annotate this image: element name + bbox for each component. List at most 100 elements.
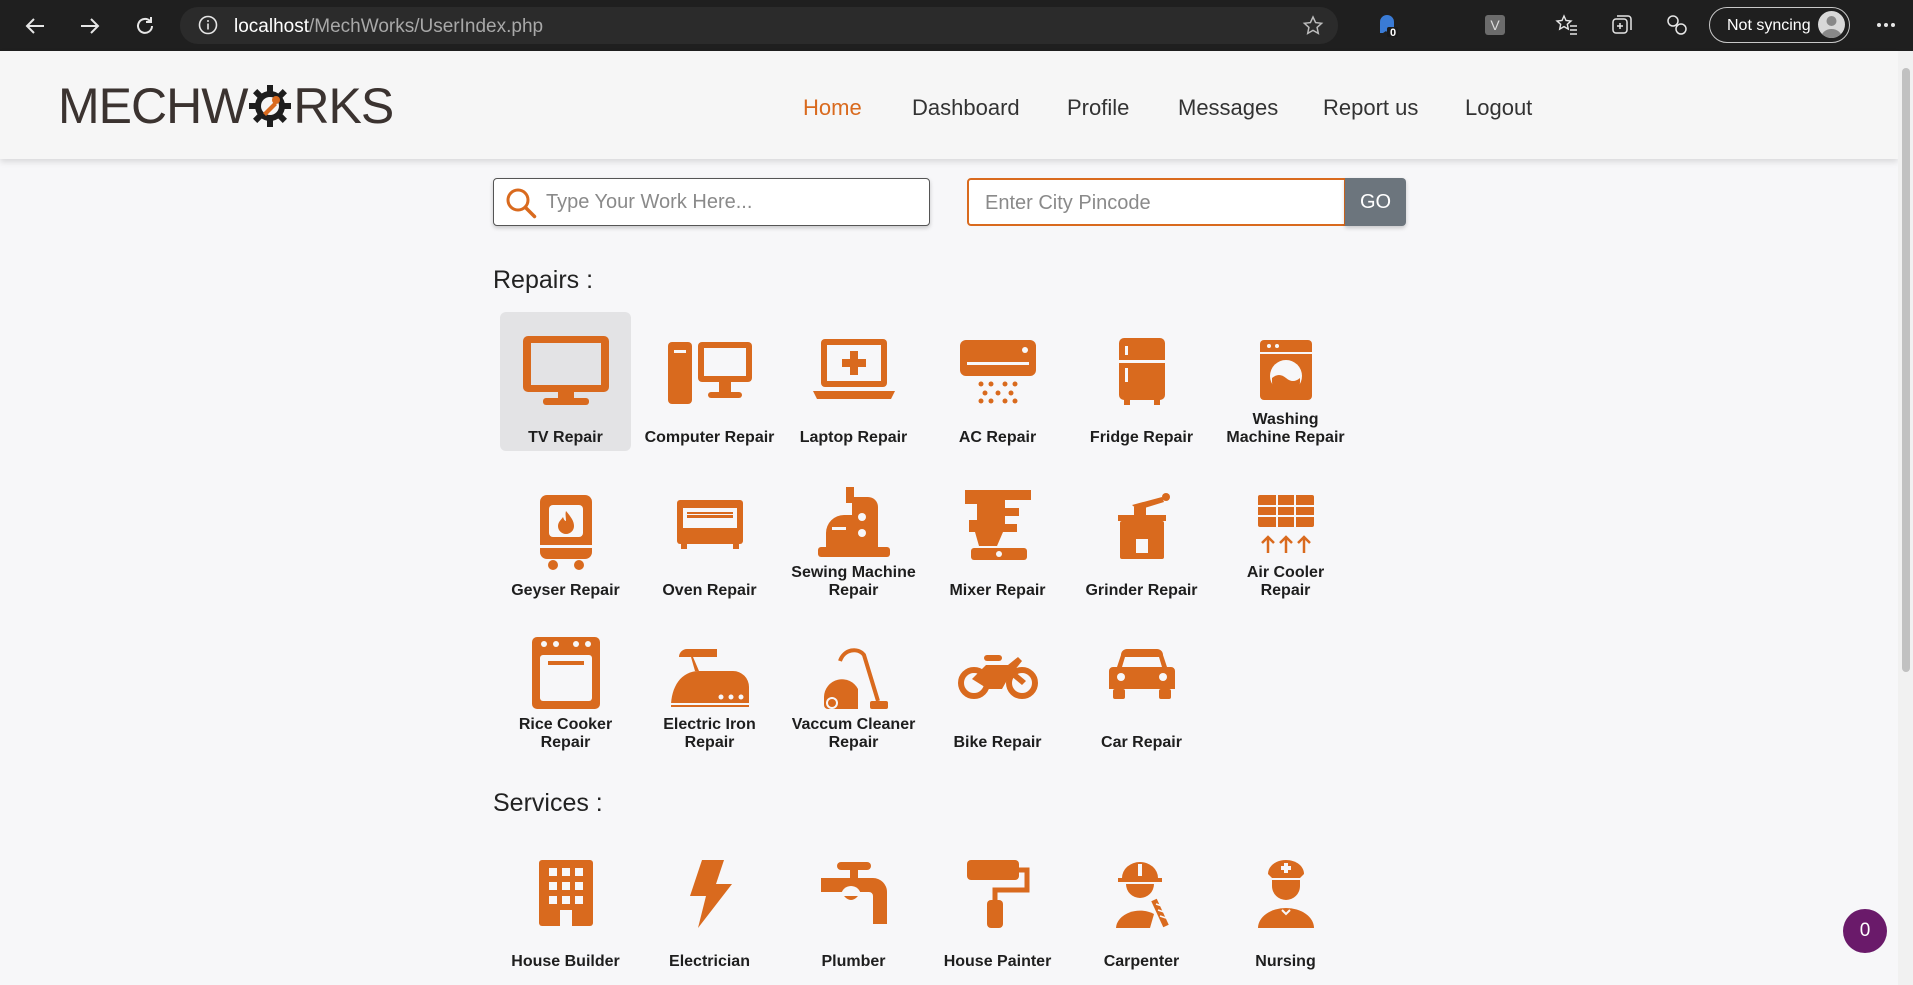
- repair-tile-laptop[interactable]: Laptop Repair: [788, 312, 919, 451]
- add-favorite-icon[interactable]: [1302, 15, 1324, 37]
- tile-label: House Painter: [943, 953, 1052, 970]
- repair-tile-car[interactable]: Car Repair: [1076, 617, 1207, 756]
- repair-tile-electric-iron[interactable]: Electric Iron Repair: [644, 617, 775, 756]
- oven-icon: [676, 500, 743, 549]
- extension-v-button[interactable]: V: [1480, 10, 1510, 40]
- bike-icon: [957, 655, 1038, 699]
- browser-essentials-button[interactable]: [1662, 10, 1692, 40]
- arrow-right-icon: [81, 18, 100, 34]
- tile-label: Nursing: [1255, 953, 1316, 970]
- work-search-input[interactable]: [544, 190, 918, 215]
- service-tile-nursing[interactable]: Nursing: [1220, 840, 1351, 975]
- tile-label: House Builder: [511, 953, 620, 970]
- fridge-icon: [1118, 338, 1165, 405]
- repair-tile-geyser[interactable]: Geyser Repair: [500, 465, 631, 604]
- repair-tile-rice-cooker[interactable]: Rice Cooker Repair: [500, 617, 631, 756]
- tile-label: Computer Repair: [644, 429, 775, 446]
- repair-tile-oven[interactable]: Oven Repair: [644, 465, 775, 604]
- gear-wrench-icon: [249, 85, 292, 127]
- service-tile-carpenter[interactable]: Carpenter: [1076, 840, 1207, 975]
- back-button[interactable]: [17, 8, 53, 44]
- repair-tile-fridge[interactable]: Fridge Repair: [1076, 312, 1207, 451]
- work-search-box: [493, 178, 930, 226]
- forward-button[interactable]: [72, 8, 108, 44]
- lightning-icon: [689, 860, 732, 928]
- tile-label: Bike Repair: [953, 734, 1042, 751]
- url-host: localhost: [234, 16, 309, 37]
- geyser-icon: [539, 495, 592, 570]
- tile-label: Car Repair: [1101, 734, 1182, 751]
- scrollbar-thumb[interactable]: [1902, 68, 1910, 672]
- nav-logout[interactable]: Logout: [1465, 95, 1532, 121]
- service-tile-plumber[interactable]: Plumber: [788, 840, 919, 975]
- tile-label: Plumber: [821, 953, 886, 970]
- repair-tile-vacuum-cleaner[interactable]: Vaccum Cleaner Repair: [788, 617, 919, 756]
- tile-label: Geyser Repair: [511, 582, 620, 599]
- extension-button[interactable]: 0: [1372, 10, 1402, 40]
- nurse-icon: [1257, 860, 1314, 928]
- tile-label: AC Repair: [958, 429, 1037, 446]
- laptop-icon: [812, 339, 895, 399]
- tile-label: Fridge Repair: [1089, 429, 1194, 446]
- address-bar[interactable]: localhost/MechWorks/UserIndex.php: [180, 7, 1338, 44]
- chat-count-badge[interactable]: 0: [1843, 909, 1887, 953]
- v-extension-icon: V: [1485, 15, 1505, 35]
- go-button[interactable]: GO: [1345, 178, 1406, 226]
- repair-tile-washing-machine[interactable]: Washing Machine Repair: [1220, 312, 1351, 451]
- nav-profile[interactable]: Profile: [1067, 95, 1129, 121]
- car-icon: [1108, 649, 1175, 699]
- nav-report-us[interactable]: Report us: [1323, 95, 1418, 121]
- repair-tile-air-cooler[interactable]: Air Cooler Repair: [1220, 465, 1351, 604]
- computer-icon: [667, 342, 752, 404]
- arrow-left-icon: [25, 18, 44, 34]
- favorites-button[interactable]: [1552, 10, 1582, 40]
- mixer-icon: [964, 490, 1031, 560]
- repair-tile-mixer[interactable]: Mixer Repair: [932, 465, 1063, 604]
- iron-icon: [670, 649, 749, 707]
- tile-label: Laptop Repair: [799, 429, 908, 446]
- refresh-button[interactable]: [127, 8, 163, 44]
- services-heading: Services :: [493, 789, 603, 817]
- tile-label: Rice Cooker Repair: [518, 716, 613, 751]
- tile-label: Washing Machine Repair: [1226, 411, 1345, 446]
- building-icon: [538, 860, 593, 926]
- nav-home[interactable]: Home: [803, 95, 862, 121]
- sync-button[interactable]: Not syncing: [1709, 7, 1850, 43]
- repair-tile-ac[interactable]: AC Repair: [932, 312, 1063, 451]
- repair-tile-bike[interactable]: Bike Repair: [932, 617, 1063, 756]
- service-tile-house-painter[interactable]: House Painter: [932, 840, 1063, 975]
- collections-button[interactable]: [1607, 10, 1637, 40]
- service-tile-electrician[interactable]: Electrician: [644, 840, 775, 975]
- grinder-icon: [1117, 493, 1170, 559]
- air-cooler-icon: [1257, 495, 1314, 553]
- nav-dashboard[interactable]: Dashboard: [912, 95, 1020, 121]
- tv-icon: [522, 336, 609, 405]
- profile-avatar-icon: [1818, 11, 1845, 38]
- mechworks-logo[interactable]: MECHW RKS: [58, 81, 394, 131]
- tile-label: Carpenter: [1103, 953, 1180, 970]
- heartbeat-icon: [1667, 15, 1687, 35]
- tile-label: Electrician: [669, 953, 750, 970]
- tile-label: Electric Iron Repair: [663, 716, 756, 751]
- extension-badge: 0: [1390, 27, 1397, 39]
- tile-label: Oven Repair: [662, 582, 757, 599]
- search-icon: [506, 188, 537, 219]
- repair-tile-sewing-machine[interactable]: Sewing Machine Repair: [788, 465, 919, 604]
- nav-messages[interactable]: Messages: [1178, 95, 1278, 121]
- washing-machine-icon: [1259, 340, 1312, 400]
- worker-icon: [1115, 862, 1169, 928]
- tile-label: Sewing Machine Repair: [791, 564, 916, 599]
- more-menu-button[interactable]: [1871, 10, 1901, 40]
- repair-tile-tv[interactable]: TV Repair: [500, 312, 631, 451]
- repair-tile-computer[interactable]: Computer Repair: [644, 312, 775, 451]
- refresh-icon: [137, 17, 153, 34]
- url-text: localhost/MechWorks/UserIndex.php: [234, 16, 543, 38]
- repair-tile-grinder[interactable]: Grinder Repair: [1076, 465, 1207, 604]
- pincode-input[interactable]: [983, 191, 1327, 216]
- ac-icon: [959, 340, 1036, 404]
- sewing-machine-icon: [817, 487, 890, 557]
- tile-label: Mixer Repair: [949, 582, 1046, 599]
- faucet-icon: [820, 862, 887, 924]
- info-icon[interactable]: [198, 15, 218, 35]
- service-tile-house-builder[interactable]: House Builder: [500, 840, 631, 975]
